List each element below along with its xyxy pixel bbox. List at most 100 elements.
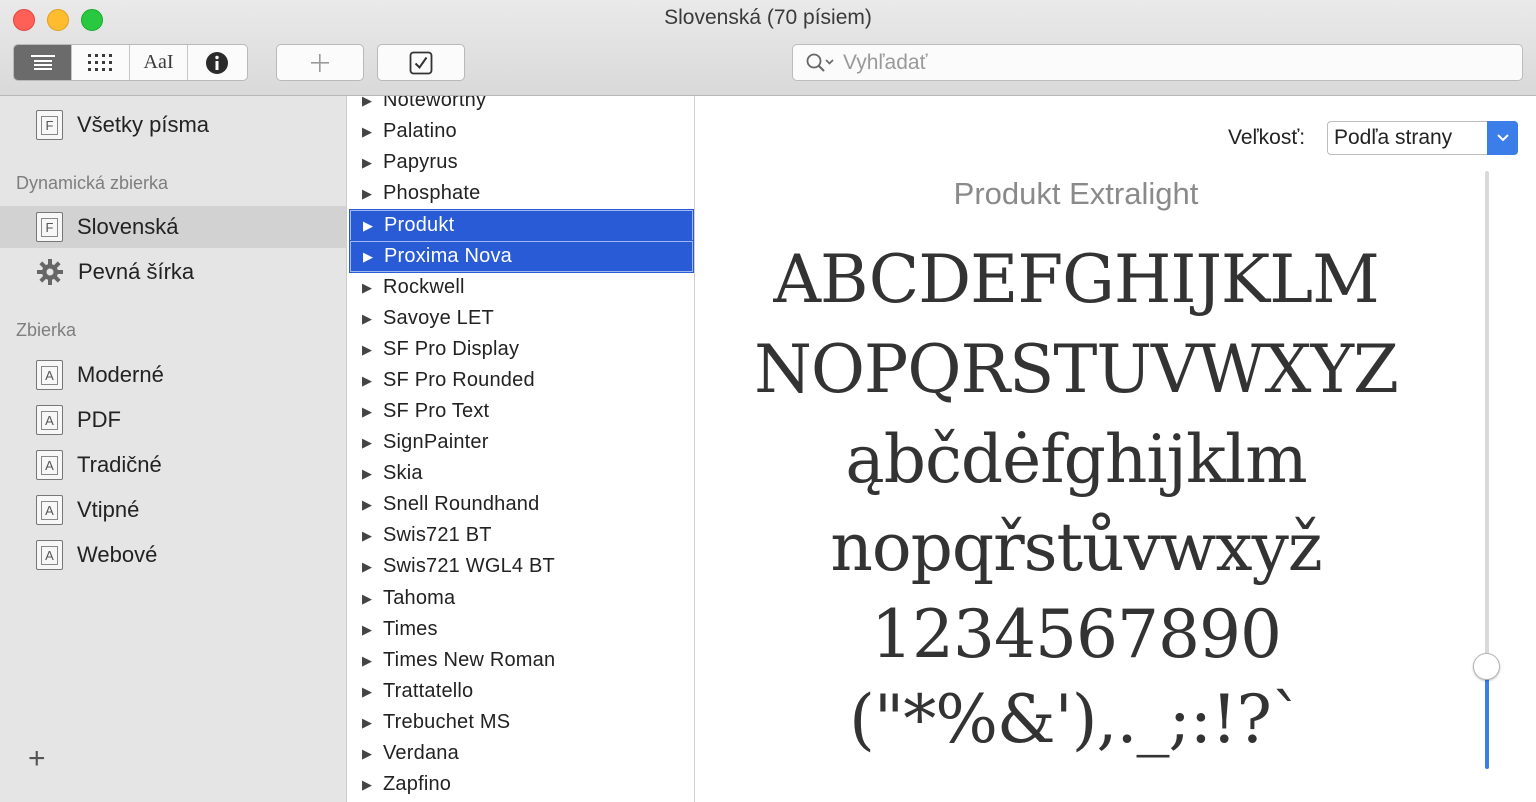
- disclosure-triangle-icon[interactable]: ▶: [363, 249, 384, 265]
- font-row-swis721-wgl4-bt[interactable]: ▶ Swis721 WGL4 BT: [350, 551, 693, 582]
- font-row-label: Zapfino: [383, 773, 452, 795]
- font-row-sf-pro-text[interactable]: ▶ SF Pro Text: [350, 396, 693, 427]
- font-row-label: Tahoma: [383, 587, 456, 609]
- sidebar-item-label: Webové: [77, 542, 158, 567]
- font-row-label: Phosphate: [383, 182, 481, 204]
- disclosure-triangle-icon[interactable]: ▶: [362, 622, 383, 638]
- sidebar-item-tradicne[interactable]: A Tradičné: [0, 444, 346, 486]
- sidebar-item-label: Pevná šírka: [78, 259, 195, 284]
- sidebar-item-slovenska[interactable]: F Slovenská: [0, 206, 346, 248]
- font-row-skia[interactable]: ▶ Skia: [350, 458, 693, 489]
- font-row-snell-roundhand[interactable]: ▶ Snell Roundhand: [350, 489, 693, 520]
- font-row-proxima-nova[interactable]: ▶ Proxima Nova: [349, 240, 694, 273]
- search-field[interactable]: [792, 44, 1523, 81]
- font-collection-icon: A: [36, 405, 63, 435]
- font-row-produkt[interactable]: ▶ Produkt: [349, 209, 694, 242]
- font-row-tahoma[interactable]: ▶ Tahoma: [350, 583, 693, 614]
- disclosure-triangle-icon[interactable]: ▶: [362, 435, 383, 451]
- search-icon: [806, 53, 834, 72]
- font-row-papyrus[interactable]: ▶ Papyrus: [350, 147, 693, 178]
- disclosure-triangle-icon[interactable]: ▶: [362, 497, 383, 513]
- font-book-window: Slovenská (70 písiem) AaI Vyhľadať F Vše…: [0, 0, 1536, 802]
- preview-font-name: Produkt Extralight: [953, 176, 1199, 211]
- font-row-times-new-roman[interactable]: ▶ Times New Roman: [350, 645, 693, 676]
- font-row-label: SF Pro Display: [383, 338, 520, 360]
- disclosure-triangle-icon[interactable]: ▶: [362, 715, 383, 731]
- font-row-signpainter[interactable]: ▶ SignPainter: [350, 427, 693, 458]
- sidebar-section-collection: Zbierka: [16, 320, 77, 340]
- disclosure-triangle-icon[interactable]: ▶: [362, 342, 383, 358]
- sidebar-section-dynamic: Dynamická zbierka: [16, 173, 169, 193]
- font-row-trattatello[interactable]: ▶ Trattatello: [350, 676, 693, 707]
- size-popup-button[interactable]: Podľa strany: [1327, 121, 1518, 155]
- add-collection-button[interactable]: +: [28, 742, 46, 776]
- disclosure-triangle-icon[interactable]: ▶: [362, 280, 383, 296]
- font-row-label: SF Pro Rounded: [383, 369, 535, 391]
- size-slider-knob[interactable]: [1473, 653, 1500, 680]
- validate-font-button[interactable]: [377, 44, 465, 81]
- info-button[interactable]: [188, 45, 246, 80]
- list-view-button[interactable]: [14, 45, 72, 80]
- font-row-label: Papyrus: [383, 151, 458, 173]
- disclosure-triangle-icon[interactable]: ▶: [362, 404, 383, 420]
- disclosure-triangle-icon[interactable]: ▶: [362, 155, 383, 171]
- font-collection-icon: A: [36, 540, 63, 570]
- font-row-label: Produkt: [384, 214, 455, 236]
- disclosure-triangle-icon[interactable]: ▶: [362, 746, 383, 762]
- font-row-label: Verdana: [383, 742, 459, 764]
- sample-line-digits: 1234567890: [871, 596, 1282, 673]
- font-row-sf-pro-rounded[interactable]: ▶ SF Pro Rounded: [350, 365, 693, 396]
- grid-view-icon: [87, 53, 112, 71]
- titlebar: Slovenská (70 písiem) AaI Vyhľadať: [0, 0, 1536, 96]
- font-collection-icon: A: [36, 495, 63, 525]
- disclosure-triangle-icon[interactable]: ▶: [362, 186, 383, 202]
- font-row-times[interactable]: ▶ Times: [350, 614, 693, 645]
- sidebar-item-label: Vtipné: [77, 497, 140, 522]
- font-row-rockwell[interactable]: ▶ Rockwell: [350, 272, 693, 303]
- disclosure-triangle-icon[interactable]: ▶: [362, 591, 383, 607]
- disclosure-triangle-icon[interactable]: ▶: [362, 653, 383, 669]
- font-row-palatino[interactable]: ▶ Palatino: [350, 116, 693, 147]
- disclosure-triangle-icon[interactable]: ▶: [362, 373, 383, 389]
- disclosure-triangle-icon[interactable]: ▶: [362, 684, 383, 700]
- sidebar-item-all-fonts[interactable]: F Všetky písma: [0, 104, 346, 146]
- gear-icon: [37, 259, 63, 285]
- sidebar-item-label: Všetky písma: [77, 112, 210, 137]
- font-row-verdana[interactable]: ▶ Verdana: [350, 738, 693, 769]
- font-collection-icon: F: [36, 212, 63, 242]
- font-row-trebuchet-ms[interactable]: ▶ Trebuchet MS: [350, 707, 693, 738]
- search-input[interactable]: [843, 50, 1443, 75]
- sidebar-item-moderne[interactable]: A Moderné: [0, 354, 346, 396]
- sidebar-item-vtipne[interactable]: A Vtipné: [0, 489, 346, 531]
- disclosure-triangle-icon[interactable]: ▶: [363, 218, 384, 234]
- sidebar-item-pevna-sirka[interactable]: Pevná šírka: [0, 251, 346, 293]
- font-row-noteworthy[interactable]: ▶ Noteworthy: [350, 96, 693, 116]
- font-row-label: SF Pro Text: [383, 400, 490, 422]
- add-font-button[interactable]: [276, 44, 364, 81]
- font-collection-icon: A: [36, 360, 63, 390]
- font-row-swis721-bt[interactable]: ▶ Swis721 BT: [350, 520, 693, 551]
- sidebar-item-webove[interactable]: A Webové: [0, 534, 346, 576]
- font-row-label: Trattatello: [383, 680, 474, 702]
- font-row-label: Savoye LET: [383, 307, 494, 329]
- sample-text-button[interactable]: AaI: [130, 45, 188, 80]
- disclosure-triangle-icon[interactable]: ▶: [362, 311, 383, 327]
- sidebar: F Všetky písma Dynamická zbierka F Slove…: [0, 96, 347, 802]
- disclosure-triangle-icon[interactable]: ▶: [362, 528, 383, 544]
- font-row-savoye-let[interactable]: ▶ Savoye LET: [350, 303, 693, 334]
- checkbox-icon: [409, 51, 433, 74]
- grid-view-button[interactable]: [72, 45, 130, 80]
- disclosure-triangle-icon[interactable]: ▶: [362, 559, 383, 575]
- disclosure-triangle-icon[interactable]: ▶: [362, 124, 383, 140]
- sidebar-item-pdf[interactable]: A PDF: [0, 399, 346, 441]
- font-row-zapfino[interactable]: ▶ Zapfino: [350, 769, 693, 800]
- font-row-sf-pro-display[interactable]: ▶ SF Pro Display: [350, 334, 693, 365]
- sidebar-item-label: Slovenská: [77, 214, 179, 239]
- font-row-label: Times New Roman: [383, 649, 556, 671]
- disclosure-triangle-icon[interactable]: ▶: [362, 466, 383, 482]
- disclosure-triangle-icon[interactable]: ▶: [362, 96, 383, 109]
- font-row-label: Rockwell: [383, 276, 465, 298]
- disclosure-triangle-icon[interactable]: ▶: [362, 777, 383, 793]
- font-row-phosphate[interactable]: ▶ Phosphate: [350, 178, 693, 209]
- font-collection-icon: F: [36, 110, 63, 140]
